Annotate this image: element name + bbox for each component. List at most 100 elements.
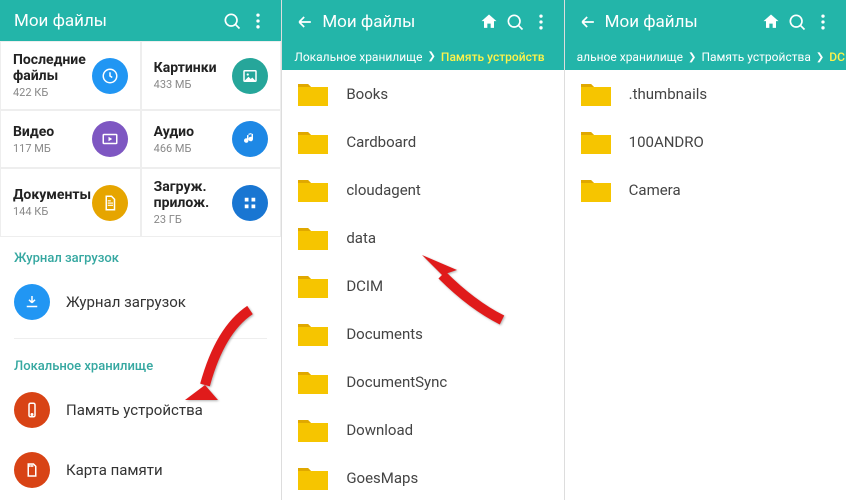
folder-name: GoesMaps <box>346 469 418 487</box>
folder-name: Documents <box>346 325 423 343</box>
folder-name: DocumentSync <box>346 373 447 391</box>
search-icon[interactable] <box>502 12 528 32</box>
title: Мои файлы <box>14 11 219 31</box>
folder-download[interactable]: Download <box>282 406 563 454</box>
home-icon[interactable] <box>758 12 784 32</box>
search-icon[interactable] <box>784 12 810 32</box>
titlebar: Мои файлы <box>565 0 846 44</box>
chevron-right-icon: ❯ <box>428 51 436 62</box>
folder-name: 100ANDRO <box>629 133 704 151</box>
clock-icon <box>92 58 128 94</box>
chevron-right-icon: ❯ <box>816 52 824 63</box>
folder-icon <box>296 128 330 156</box>
tile-sub: 23 ГБ <box>154 213 233 226</box>
download-icon <box>14 284 50 320</box>
tile-sub: 466 МБ <box>154 142 194 155</box>
sd-card-icon <box>14 452 50 488</box>
breadcrumb: альное хранилище ❯ Память устройства ❯ D… <box>565 44 846 70</box>
folder-icon <box>296 416 330 444</box>
audio-icon <box>232 121 268 157</box>
crumb-dcim[interactable]: DCII <box>829 50 846 64</box>
folder-icon <box>579 80 613 108</box>
folder-name: Download <box>346 421 413 439</box>
tile-label: Документы <box>13 187 91 203</box>
folder-camera[interactable]: Camera <box>565 166 846 214</box>
crumb-local[interactable]: Локальное хранилище <box>294 50 422 64</box>
crumb-device[interactable]: Память устройств <box>441 50 545 64</box>
apps-icon <box>232 185 268 221</box>
back-icon[interactable] <box>292 12 318 32</box>
tile-sub: 422 КБ <box>13 86 92 99</box>
folder-cardboard[interactable]: Cardboard <box>282 118 563 166</box>
titlebar: Мои файлы <box>0 0 281 41</box>
folder-icon <box>296 320 330 348</box>
folder-icon <box>296 224 330 252</box>
tile-video[interactable]: Видео117 МБ <box>0 110 141 168</box>
folder-icon <box>579 176 613 204</box>
screenshot-stage: Мои файлы Последние файлы 422 КБ Картинки… <box>0 0 846 500</box>
folder-icon <box>296 464 330 492</box>
image-icon <box>232 58 268 94</box>
folder-100andro[interactable]: 100ANDRO <box>565 118 846 166</box>
folder-name: Camera <box>629 181 681 199</box>
folder-icon <box>579 128 613 156</box>
folder-icon <box>296 80 330 108</box>
row-device-storage[interactable]: Память устройства <box>0 380 281 440</box>
folder-documents[interactable]: Documents <box>282 310 563 358</box>
tile-recent[interactable]: Последние файлы 422 КБ <box>0 41 141 110</box>
category-grid: Последние файлы 422 КБ Картинки 433 МБ Вид… <box>0 41 281 237</box>
folder-documentsync[interactable]: DocumentSync <box>282 358 563 406</box>
pane-dcim: Мои файлы альное хранилище ❯ Память устр… <box>565 0 846 500</box>
tile-label: Загруж. прилож. <box>154 179 233 211</box>
row-label: Память устройства <box>66 401 203 419</box>
pane-device-storage: Мои файлы Локальное хранилище ❯ Память у… <box>282 0 563 500</box>
tile-sub: 433 МБ <box>154 78 217 91</box>
tile-pictures[interactable]: Картинки 433 МБ <box>141 41 282 110</box>
doc-icon <box>92 185 128 221</box>
chevron-right-icon: ❯ <box>688 52 696 63</box>
tile-sub: 144 КБ <box>13 205 91 218</box>
tile-documents[interactable]: Документы 144 КБ <box>0 168 141 237</box>
folder-books[interactable]: Books <box>282 70 563 118</box>
overflow-icon[interactable] <box>528 12 554 32</box>
phone-icon <box>14 392 50 428</box>
folder-name: .thumbnails <box>629 85 707 103</box>
crumb-local[interactable]: альное хранилище <box>577 50 683 64</box>
search-icon[interactable] <box>219 11 245 31</box>
folder-list: .thumbnails 100ANDRO Camera <box>565 70 846 214</box>
tile-label: Аудио <box>154 124 194 140</box>
tile-label: Последние файлы <box>13 52 92 84</box>
folder-data[interactable]: data <box>282 214 563 262</box>
crumb-device[interactable]: Память устройства <box>701 50 810 64</box>
folder-name: Books <box>346 85 388 103</box>
folder-icon <box>296 176 330 204</box>
folder-name: data <box>346 229 376 247</box>
folder-name: Cardboard <box>346 133 416 151</box>
tile-label: Картинки <box>154 60 217 76</box>
row-label: Журнал загрузок <box>66 293 186 311</box>
overflow-icon[interactable] <box>245 11 271 31</box>
folder-name: cloudagent <box>346 181 421 199</box>
home-icon[interactable] <box>476 12 502 32</box>
row-label: Карта памяти <box>66 461 163 479</box>
title: Мои файлы <box>322 12 475 32</box>
back-icon[interactable] <box>575 12 601 32</box>
folder-name: DCIM <box>346 277 383 295</box>
titlebar: Мои файлы <box>282 0 563 44</box>
overflow-icon[interactable] <box>810 12 836 32</box>
folder-goesmaps[interactable]: GoesMaps <box>282 454 563 500</box>
row-download-journal[interactable]: Журнал загрузок <box>0 272 281 332</box>
folder-dcim[interactable]: DCIM <box>282 262 563 310</box>
pane-myfiles: Мои файлы Последние файлы 422 КБ Картинки… <box>0 0 281 500</box>
folder-icon <box>296 368 330 396</box>
breadcrumb: Локальное хранилище ❯ Память устройств <box>282 44 563 70</box>
tile-apps[interactable]: Загруж. прилож. 23 ГБ <box>141 168 282 237</box>
row-sd-card[interactable]: Карта памяти <box>0 440 281 500</box>
video-icon <box>92 121 128 157</box>
folder-thumbnails[interactable]: .thumbnails <box>565 70 846 118</box>
tile-audio[interactable]: Аудио 466 МБ <box>141 110 282 168</box>
tile-label: Видео <box>13 124 54 140</box>
folder-list: Books Cardboard cloudagent data DCIM Doc… <box>282 70 563 500</box>
divider <box>14 338 267 339</box>
folder-cloudagent[interactable]: cloudagent <box>282 166 563 214</box>
